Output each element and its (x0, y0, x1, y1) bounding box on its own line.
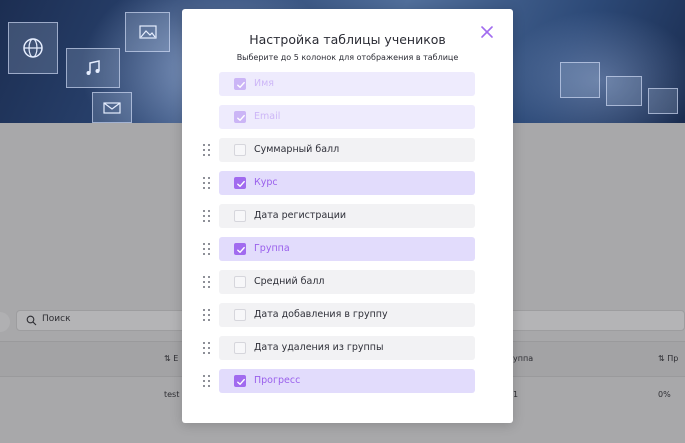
column-option-label: Прогресс (254, 375, 301, 386)
column-option-label: Дата удаления из группы (254, 342, 384, 353)
checkbox-icon[interactable] (234, 276, 246, 288)
column-option-row: Email (219, 105, 475, 129)
modal-subtitle: Выберите до 5 колонок для отображения в … (236, 53, 459, 62)
checkbox-checked-icon (234, 111, 246, 123)
column-option-label: Email (254, 111, 281, 122)
column-option-row[interactable]: Прогресс (219, 369, 475, 393)
drag-handle-icon[interactable] (203, 375, 211, 388)
column-option-label: Курс (254, 177, 278, 188)
column-option-label: Дата добавления в группу (254, 309, 388, 320)
column-option-label: Группа (254, 243, 290, 254)
column-option-row[interactable]: Группа (219, 237, 475, 261)
column-option-row[interactable]: Дата добавления в группу (219, 303, 475, 327)
checkbox-checked-icon (234, 78, 246, 90)
drag-handle-icon[interactable] (203, 342, 211, 355)
modal-title: Настройка таблицы учеников (249, 32, 446, 47)
column-option-label: Суммарный балл (254, 144, 340, 155)
checkbox-icon[interactable] (234, 144, 246, 156)
checkbox-checked-icon[interactable] (234, 375, 246, 387)
checkbox-checked-icon[interactable] (234, 243, 246, 255)
drag-handle-icon[interactable] (203, 144, 211, 157)
column-option-row[interactable]: Дата регистрации (219, 204, 475, 228)
checkbox-checked-icon[interactable] (234, 177, 246, 189)
table-settings-modal: Настройка таблицы учеников Выберите до 5… (182, 9, 513, 423)
column-option-row[interactable]: Дата удаления из группы (219, 336, 475, 360)
checkbox-icon[interactable] (234, 342, 246, 354)
column-option-label: Средний балл (254, 276, 325, 287)
column-option-label: Дата регистрации (254, 210, 347, 221)
column-option-row[interactable]: Курс (219, 171, 475, 195)
drag-handle-icon[interactable] (203, 210, 211, 223)
column-option-row[interactable]: Суммарный балл (219, 138, 475, 162)
drag-handle-icon[interactable] (203, 243, 211, 256)
checkbox-icon[interactable] (234, 309, 246, 321)
column-option-row[interactable]: Средний балл (219, 270, 475, 294)
drag-handle-icon[interactable] (203, 309, 211, 322)
drag-handle-icon[interactable] (203, 276, 211, 289)
drag-handle-icon[interactable] (203, 177, 211, 190)
checkbox-icon[interactable] (234, 210, 246, 222)
close-icon[interactable] (480, 25, 494, 39)
column-option-row: Имя (219, 72, 475, 96)
column-option-label: Имя (254, 78, 274, 89)
